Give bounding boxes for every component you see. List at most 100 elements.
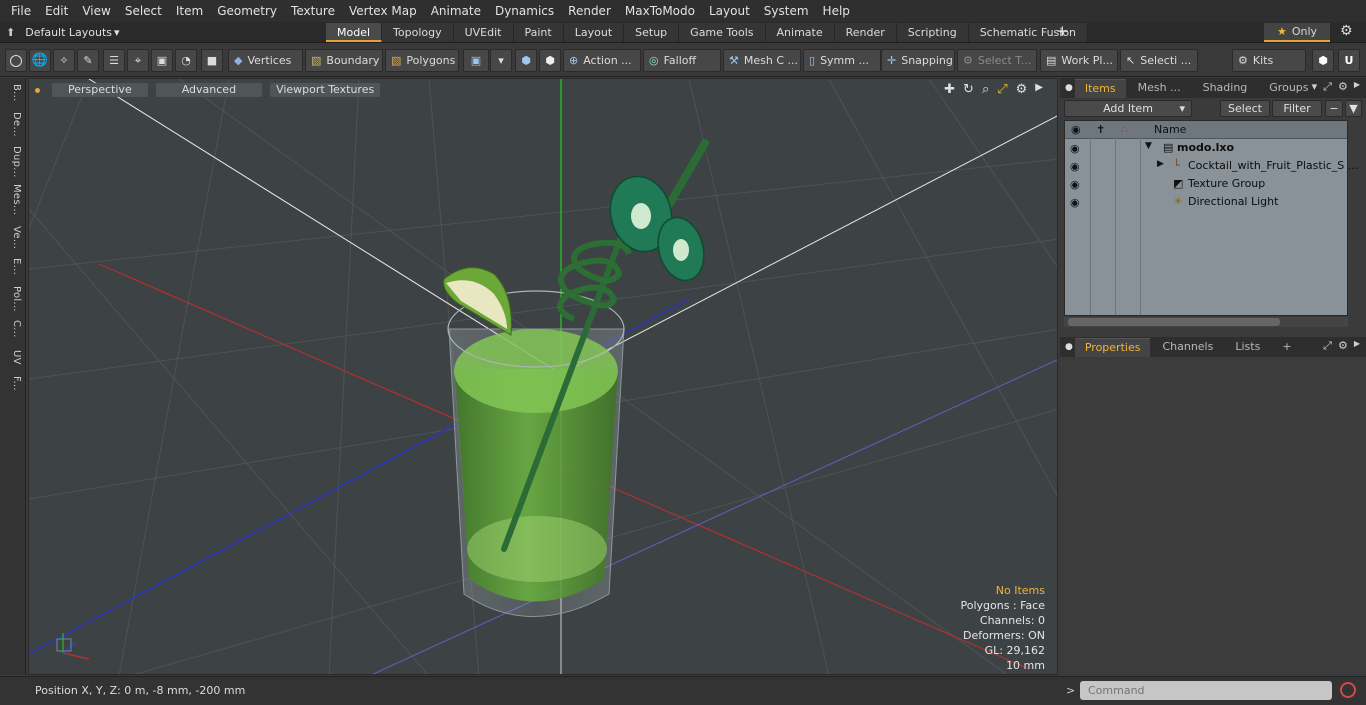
strip-tab-deform[interactable]: De... <box>4 112 22 137</box>
tab-paint[interactable]: Paint <box>513 23 564 42</box>
tab-model[interactable]: Model <box>326 23 383 42</box>
strip-tab-polygon[interactable]: Pol... <box>4 286 22 312</box>
add-tab-icon[interactable]: + <box>1056 22 1069 41</box>
vertices-button[interactable]: ◆ Vertices <box>228 49 303 72</box>
item-mode-button[interactable]: ■ <box>201 49 223 72</box>
strip-tab-curve[interactable]: C... <box>4 320 22 338</box>
item-row-texture-group[interactable]: ◉ ◩ Texture Group <box>1065 175 1347 193</box>
tab-uvedit[interactable]: UVEdit <box>453 23 514 42</box>
strip-tab-edge[interactable]: E... <box>4 258 22 275</box>
action-center-button[interactable]: ⊕ Action ... <box>563 49 641 72</box>
globe-button[interactable]: 🌐 <box>29 49 51 72</box>
tab-shading[interactable]: Shading <box>1193 79 1258 97</box>
strip-tab-vertex[interactable]: Ve... <box>4 226 22 249</box>
name-column-header[interactable]: Name <box>1154 123 1186 136</box>
align-button[interactable]: ☰ <box>103 49 125 72</box>
rotate-button[interactable]: ◔ <box>175 49 197 72</box>
material-mode-button[interactable]: ▣ <box>463 49 489 72</box>
tab-topology[interactable]: Topology <box>382 23 454 42</box>
falloff-button[interactable]: ◎ Falloff <box>643 49 721 72</box>
viewport-textures-button[interactable]: Viewport Textures <box>270 83 381 97</box>
tab-layout[interactable]: Layout <box>563 23 625 42</box>
menu-system[interactable]: System <box>757 0 816 22</box>
element-button[interactable]: ▣ <box>151 49 173 72</box>
panel-collapse-icon[interactable]: ● <box>1065 83 1073 93</box>
menu-view[interactable]: View <box>75 0 117 22</box>
command-input[interactable] <box>1080 681 1332 700</box>
select-through-button[interactable]: ⚙ Select T... <box>957 49 1037 72</box>
menu-file[interactable]: File <box>4 0 38 22</box>
material-dropdown[interactable]: ▾ <box>490 49 512 72</box>
add-item-button[interactable]: Add Item ▾ <box>1064 100 1192 117</box>
eye-icon[interactable]: ◉ <box>1070 142 1082 155</box>
mesh-constraint-button[interactable]: ⚒ Mesh C ... <box>723 49 801 72</box>
zoom-icon[interactable]: ⌕ <box>982 82 989 97</box>
menu-vertex-map[interactable]: Vertex Map <box>342 0 424 22</box>
tab-game-tools[interactable]: Game Tools <box>679 23 766 42</box>
workplane-button[interactable]: ▤ Work Pl... <box>1040 49 1118 72</box>
item-row-scene[interactable]: ◉ ▼ ▤ modo.lxo <box>1065 139 1347 157</box>
tab-setup[interactable]: Setup <box>624 23 680 42</box>
expand-arrow-icon[interactable]: ▼ <box>1145 141 1152 151</box>
circle-select-button[interactable] <box>5 49 27 72</box>
menu-animate[interactable]: Animate <box>424 0 488 22</box>
strip-tab-fusion[interactable]: F... <box>4 376 22 391</box>
3d-viewport[interactable]: Perspective Advanced Viewport Textures ✚… <box>28 78 1058 675</box>
snapping-button[interactable]: ✛ Snapping <box>881 49 955 72</box>
panel-arrow-icon[interactable]: ▶ <box>1354 339 1360 353</box>
menu-edit[interactable]: Edit <box>38 0 75 22</box>
cocktail-model[interactable] <box>443 139 711 617</box>
eye-icon[interactable]: ◉ <box>1070 160 1082 173</box>
item-row-directional-light[interactable]: ◉ ☀ Directional Light <box>1065 193 1347 211</box>
record-macro-icon[interactable] <box>1340 682 1356 698</box>
menu-geometry[interactable]: Geometry <box>210 0 284 22</box>
gear-icon[interactable]: ⚙ <box>1340 23 1353 39</box>
layout-selector[interactable]: ⬆ Default Layouts ▾ <box>6 24 120 41</box>
collapse-all-button[interactable]: − <box>1325 100 1343 117</box>
add-panel-tab-icon[interactable]: + <box>1272 338 1301 356</box>
strip-tab-mesh[interactable]: Mes... <box>4 184 22 215</box>
symmetry-x-button[interactable]: ⬢ <box>515 49 537 72</box>
strip-tab-duplicate[interactable]: Dup... <box>4 146 22 178</box>
chevron-down-icon[interactable]: ▾ <box>1312 80 1318 94</box>
tab-animate[interactable]: Animate <box>765 23 835 42</box>
symmetry-y-button[interactable]: ⬢ <box>539 49 561 72</box>
scrollbar-thumb[interactable] <box>1068 318 1280 326</box>
expand-arrow-icon[interactable]: ▶ <box>1157 159 1164 169</box>
select-button[interactable]: Select <box>1220 100 1270 117</box>
polygons-button[interactable]: ▧ Polygons <box>385 49 459 72</box>
only-toggle[interactable]: ★ Only <box>1264 23 1330 42</box>
unreal-button[interactable]: U <box>1338 49 1360 72</box>
expand-icon[interactable]: ⤢ <box>1323 80 1332 94</box>
view-mode-button[interactable]: Perspective <box>52 83 148 97</box>
tab-groups[interactable]: Groups <box>1259 79 1318 97</box>
menu-dynamics[interactable]: Dynamics <box>488 0 561 22</box>
tab-render[interactable]: Render <box>834 23 897 42</box>
pen-button[interactable]: ✧ <box>53 49 75 72</box>
tab-scripting[interactable]: Scripting <box>896 23 969 42</box>
tab-items[interactable]: Items <box>1074 78 1126 98</box>
symmetry-button[interactable]: ▯ Symm ... <box>803 49 881 72</box>
strip-tab-basic[interactable]: B... <box>4 84 22 102</box>
menu-item[interactable]: Item <box>169 0 210 22</box>
viewport-gear-icon[interactable]: ⚙ <box>1016 82 1028 97</box>
menu-render[interactable]: Render <box>561 0 618 22</box>
eye-icon[interactable]: ◉ <box>1070 196 1082 209</box>
panel-collapse-icon[interactable]: ● <box>1065 342 1073 352</box>
tab-properties[interactable]: Properties <box>1074 337 1151 357</box>
panel-gear-icon[interactable]: ⚙ <box>1338 339 1348 353</box>
filter-button[interactable]: Filter <box>1272 100 1322 117</box>
item-row-mesh[interactable]: ◉ ▶ └ Cocktail_with_Fruit_Plastic_S ... <box>1065 157 1358 175</box>
brush-button[interactable]: ✎ <box>77 49 99 72</box>
items-horizontal-scrollbar[interactable] <box>1064 317 1348 327</box>
filter-funnel-button[interactable]: ▼ <box>1345 100 1362 117</box>
menu-texture[interactable]: Texture <box>284 0 342 22</box>
selection-sets-button[interactable]: ↖ Selecti ... <box>1120 49 1198 72</box>
unity-button[interactable]: ⬢ <box>1312 49 1334 72</box>
menu-help[interactable]: Help <box>816 0 857 22</box>
maximize-icon[interactable]: ⤢ <box>997 82 1007 97</box>
tab-mesh[interactable]: Mesh ... <box>1128 79 1191 97</box>
kits-button[interactable]: ⚙ Kits <box>1232 49 1306 72</box>
pan-icon[interactable]: ✚ <box>944 82 955 97</box>
orbit-icon[interactable]: ↻ <box>963 82 974 97</box>
